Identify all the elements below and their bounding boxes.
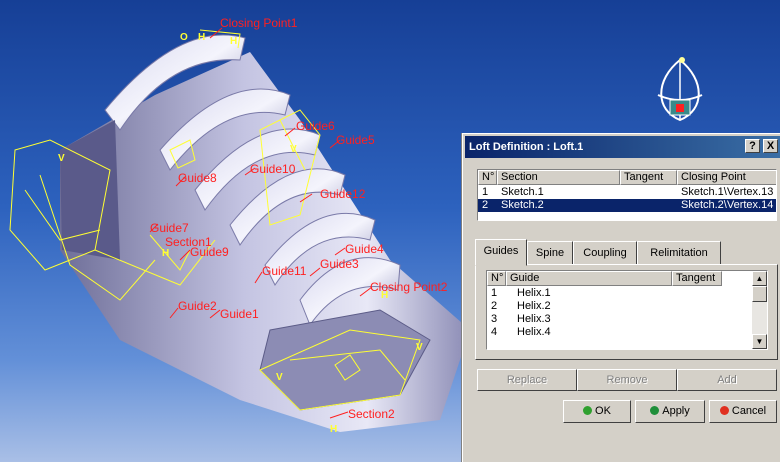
guide5-label[interactable]: Guide5 bbox=[336, 134, 375, 147]
sections-col-closing-point[interactable]: Closing Point bbox=[677, 170, 776, 185]
apply-label: Apply bbox=[662, 405, 690, 417]
table-row[interactable]: 4 Helix.4 bbox=[487, 326, 767, 339]
apply-button[interactable]: Apply bbox=[635, 400, 705, 423]
guides-col-n[interactable]: N° bbox=[487, 271, 506, 286]
v-marker-label-2: V bbox=[290, 144, 297, 155]
cancel-button[interactable]: Cancel bbox=[709, 400, 777, 423]
guides-tab-panel: N° Guide Tangent 1 Helix.1 2 Helix.2 3 H… bbox=[475, 264, 778, 360]
guide10-label[interactable]: Guide10 bbox=[250, 163, 295, 176]
scroll-up-icon[interactable]: ▲ bbox=[752, 271, 767, 286]
ok-icon bbox=[583, 406, 593, 415]
loft-definition-dialog: Loft Definition : Loft.1 ? X N° Section … bbox=[462, 133, 780, 462]
remove-button[interactable]: Remove bbox=[577, 369, 677, 391]
tab-bar: Guides Spine Coupling Relimitation bbox=[475, 239, 777, 266]
guide7-label[interactable]: Guide7 bbox=[150, 222, 189, 235]
h-marker-label-5: H bbox=[330, 424, 338, 435]
dialog-titlebar[interactable]: Loft Definition : Loft.1 ? X bbox=[465, 136, 780, 158]
table-row[interactable]: 3 Helix.3 bbox=[487, 313, 767, 326]
guides-col-tangent[interactable]: Tangent bbox=[672, 271, 722, 286]
guide6-label[interactable]: Guide6 bbox=[296, 120, 335, 133]
circle-marker-icon: O bbox=[180, 32, 188, 43]
table-row[interactable]: 2 Helix.2 bbox=[487, 300, 767, 313]
h-marker-label-2: H bbox=[230, 36, 238, 47]
cancel-label: Cancel bbox=[731, 405, 767, 417]
add-button[interactable]: Add bbox=[677, 369, 777, 391]
table-row-selected[interactable]: 2 Sketch.2 Sketch.2\Vertex.14 bbox=[478, 199, 776, 212]
guide12-label[interactable]: Guide12 bbox=[320, 188, 365, 201]
ok-button[interactable]: OK bbox=[563, 400, 631, 423]
v-marker-label: V bbox=[58, 153, 65, 164]
sections-table: N° Section Tangent Closing Point 1 Sketc… bbox=[477, 169, 777, 221]
close-button[interactable]: X bbox=[763, 139, 778, 153]
scroll-thumb[interactable] bbox=[752, 286, 767, 302]
tab-coupling[interactable]: Coupling bbox=[573, 241, 637, 265]
scroll-down-icon[interactable]: ▼ bbox=[752, 334, 767, 349]
guide4-label[interactable]: Guide4 bbox=[345, 243, 384, 256]
tab-guides[interactable]: Guides bbox=[475, 239, 527, 266]
table-row[interactable]: 1 Helix.1 bbox=[487, 287, 767, 300]
guide9-label[interactable]: Guide9 bbox=[190, 246, 229, 259]
section2-label[interactable]: Section2 bbox=[348, 408, 395, 421]
closing-point1-label[interactable]: Closing Point1 bbox=[220, 17, 297, 30]
sections-col-tangent[interactable]: Tangent bbox=[620, 170, 677, 185]
ok-label: OK bbox=[595, 405, 611, 417]
cancel-icon bbox=[719, 406, 729, 415]
table-row[interactable]: 1 Sketch.1 Sketch.1\Vertex.13 bbox=[478, 186, 776, 199]
guides-scrollbar[interactable]: ▲ ▼ bbox=[752, 271, 767, 349]
guide2-label[interactable]: Guide2 bbox=[178, 300, 217, 313]
guide3-label[interactable]: Guide3 bbox=[320, 258, 359, 271]
tab-spine[interactable]: Spine bbox=[527, 241, 573, 265]
h-marker-label: H bbox=[198, 32, 206, 43]
help-button[interactable]: ? bbox=[745, 139, 760, 153]
sections-col-section[interactable]: Section bbox=[497, 170, 620, 185]
apply-icon bbox=[650, 406, 660, 415]
compass-icon bbox=[657, 57, 703, 122]
v-marker-label-3: V bbox=[416, 342, 423, 353]
guide11-label[interactable]: Guide11 bbox=[262, 265, 306, 278]
tab-relimitation[interactable]: Relimitation bbox=[637, 241, 721, 265]
h-marker-label-3: H bbox=[162, 248, 170, 259]
v-marker-label-4: V bbox=[276, 372, 283, 383]
guide8-label[interactable]: Guide8 bbox=[178, 172, 217, 185]
guide1-label[interactable]: Guide1 bbox=[220, 308, 259, 321]
dialog-title: Loft Definition : Loft.1 bbox=[469, 141, 584, 153]
h-marker-label-4: H bbox=[381, 290, 389, 301]
guides-table: N° Guide Tangent 1 Helix.1 2 Helix.2 3 H… bbox=[486, 270, 768, 350]
replace-button[interactable]: Replace bbox=[477, 369, 577, 391]
guides-col-guide[interactable]: Guide bbox=[506, 271, 672, 286]
sections-col-n[interactable]: N° bbox=[478, 170, 497, 185]
